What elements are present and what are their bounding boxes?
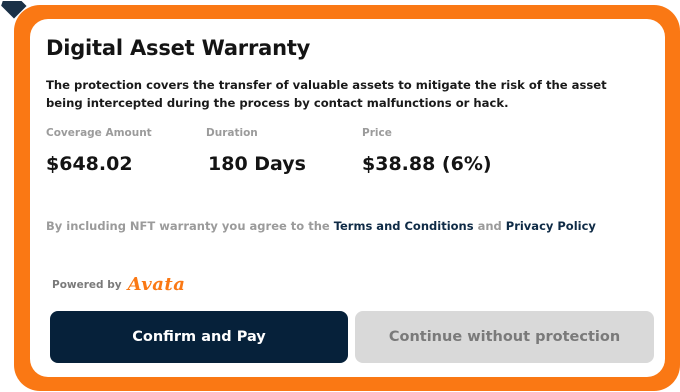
avata-logo: Avata [127, 274, 186, 295]
continue-without-protection-button[interactable]: Continue without protection [355, 311, 654, 363]
powered-by-label: Powered by [52, 278, 122, 291]
confirm-and-pay-button[interactable]: Confirm and Pay [50, 311, 348, 363]
warranty-title: Digital Asset Warranty [46, 36, 311, 60]
terms-conjunction: and [473, 219, 506, 233]
price-value: $38.88 (6%) [362, 153, 492, 175]
privacy-policy-link[interactable]: Privacy Policy [506, 219, 596, 233]
warranty-description: The protection covers the transfer of va… [46, 78, 607, 110]
duration-label: Duration [206, 127, 258, 139]
powered-by: Powered by Avata [52, 274, 185, 295]
coverage-amount-value: $648.02 [46, 153, 133, 175]
coverage-amount-label: Coverage Amount [46, 127, 152, 139]
price-label: Price [362, 127, 392, 139]
terms-notice: By including NFT warranty you agree to t… [46, 219, 596, 233]
terms-prefix: By including NFT warranty you agree to t… [46, 219, 334, 233]
terms-link[interactable]: Terms and Conditions [334, 219, 474, 233]
duration-value: 180 Days [208, 153, 306, 175]
warranty-card: Digital Asset Warranty The protection co… [30, 19, 665, 377]
